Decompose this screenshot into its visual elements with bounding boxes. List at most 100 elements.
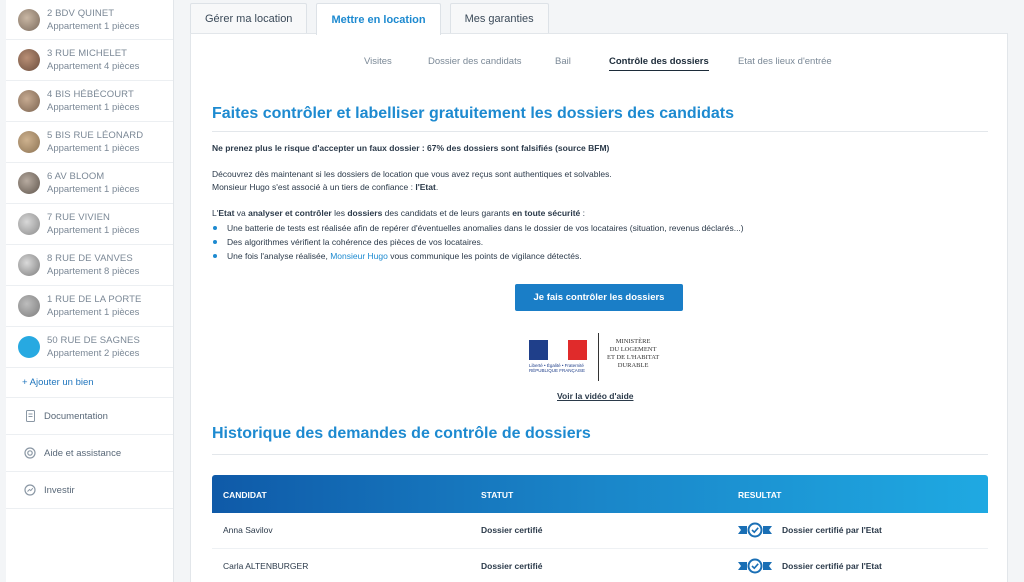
property-name: 1 RUE DE LA PORTE	[47, 294, 142, 305]
property-avatar	[18, 295, 40, 317]
marianne-flag	[529, 340, 587, 360]
list-text: Une fois l'analyse réalisée,	[227, 251, 331, 261]
ministry-logo: Liberté • Égalité • Fraternité RÉPUBLIQUE…	[529, 333, 674, 381]
state-text: va	[234, 208, 249, 218]
property-name: 8 RUE DE VANVES	[47, 253, 133, 264]
property-item[interactable]: 7 RUE VIVIEN Appartement 1 pièces	[6, 204, 173, 245]
status-text: Dossier certifié	[481, 561, 543, 571]
property-type: Appartement 8 pièces	[47, 266, 140, 277]
property-type: Appartement 1 pièces	[47, 307, 140, 318]
add-property-link[interactable]: + Ajouter un bien	[6, 368, 173, 398]
property-item[interactable]: 8 RUE DE VANVES Appartement 8 pièces	[6, 245, 173, 286]
help-label: Aide et assistance	[44, 447, 122, 459]
ministry-line: ET DE L'HABITAT	[607, 354, 660, 361]
list-item: Une fois l'analyse réalisée, Monsieur Hu…	[212, 249, 744, 263]
logo-divider	[598, 333, 599, 381]
help-link[interactable]: Aide et assistance	[6, 435, 173, 472]
documentation-link[interactable]: Documentation	[6, 398, 173, 435]
property-name: 6 AV BLOOM	[47, 171, 105, 182]
sub-navigation: Visites Dossier des candidats Bail Contr…	[191, 56, 1007, 76]
subnav-dossier-candidats[interactable]: Dossier des candidats	[428, 56, 521, 67]
state-bold: en toute sécurité	[512, 208, 581, 218]
property-name: 7 RUE VIVIEN	[47, 212, 110, 223]
property-type: Appartement 1 pièces	[47, 143, 140, 154]
warning-text: Ne prenez plus le risque d'accepter un f…	[212, 143, 610, 153]
property-type: Appartement 1 pièces	[47, 102, 140, 113]
property-item[interactable]: 4 BIS HÉBÉCOURT Appartement 1 pièces	[6, 81, 173, 122]
property-item[interactable]: 5 BIS RUE LÉONARD Appartement 1 pièces	[6, 122, 173, 163]
table-row[interactable]: Carla ALTENBURGER Dossier certifié Dossi…	[212, 549, 988, 582]
subnav-bail[interactable]: Bail	[555, 56, 571, 67]
property-avatar	[18, 213, 40, 235]
property-name: 5 BIS RUE LÉONARD	[47, 130, 144, 141]
invest-icon	[24, 484, 36, 496]
intro-line-1: Découvrez dès maintenant si les dossiers…	[212, 169, 612, 179]
help-video-link[interactable]: Voir la vidéo d'aide	[557, 391, 634, 401]
property-avatar	[18, 172, 40, 194]
logo-caption: Liberté • Égalité • Fraternité RÉPUBLIQUE…	[529, 363, 589, 373]
table-row[interactable]: Anna Savilov Dossier certifié Dossier ce…	[212, 513, 988, 549]
monsieur-hugo-link[interactable]: Monsieur Hugo	[330, 251, 388, 261]
property-type: Appartement 1 pièces	[47, 20, 140, 32]
property-name: 4 BIS HÉBÉCOURT	[47, 89, 134, 100]
header-resultat: RESULTAT	[738, 490, 782, 500]
divider	[212, 454, 988, 455]
property-avatar	[18, 254, 40, 276]
documentation-label: Documentation	[44, 410, 108, 422]
property-item[interactable]: 6 AV BLOOM Appartement 1 pièces	[6, 163, 173, 204]
header-candidat: CANDIDAT	[223, 490, 267, 500]
header-statut: STATUT	[481, 490, 514, 500]
invest-link[interactable]: Investir	[6, 472, 173, 509]
intro-end: .	[435, 182, 439, 192]
property-type: Appartement 2 pièces	[47, 348, 140, 359]
tab-mes-garanties[interactable]: Mes garanties	[449, 3, 549, 33]
state-text: les	[331, 208, 348, 218]
property-name: 2 BDV QUINET	[47, 7, 115, 19]
subnav-controle-dossiers[interactable]: Contrôle des dossiers	[609, 56, 709, 71]
state-bold: analyser et contrôler	[248, 208, 332, 218]
property-item[interactable]: 1 RUE DE LA PORTE Appartement 1 pièces	[6, 286, 173, 327]
candidate-name: Anna Savilov	[223, 525, 273, 535]
control-dossiers-button[interactable]: Je fais contrôler les dossiers	[515, 284, 683, 311]
intro-line-2: Monsieur Hugo s'est associé à un tiers d…	[212, 181, 438, 194]
state-line: L'Etat va analyser et contrôler les doss…	[212, 207, 585, 220]
property-avatar	[18, 8, 40, 31]
subnav-visites[interactable]: Visites	[364, 56, 392, 67]
invest-label: Investir	[44, 484, 75, 496]
state-text: :	[580, 208, 586, 218]
top-tabs: Gérer ma location Mettre en location Mes…	[190, 3, 558, 35]
candidate-name: Carla ALTENBURGER	[223, 561, 309, 571]
divider	[212, 131, 988, 132]
list-text: vous communique les points de vigilance …	[387, 251, 582, 261]
property-item[interactable]: 2 BDV QUINET Appartement 1 pièces	[6, 0, 173, 40]
intro-bold: l'Etat	[415, 182, 436, 192]
intro-text: Monsieur Hugo s'est associé à un tiers d…	[212, 182, 416, 192]
property-avatar	[18, 49, 40, 71]
state-text: des candidats et de leurs garants	[382, 208, 513, 218]
result-text: Dossier certifié par l'Etat	[782, 525, 882, 535]
state-bold: Etat	[218, 208, 235, 218]
subnav-etat-des-lieux[interactable]: Etat des lieux d'entrée	[738, 56, 832, 67]
property-name: 3 RUE MICHELET	[47, 48, 128, 59]
list-item: Des algorithmes vérifient la cohérence d…	[212, 235, 744, 249]
logo-republic: RÉPUBLIQUE FRANÇAISE	[529, 368, 586, 373]
table-header: CANDIDAT STATUT RESULTAT	[212, 475, 988, 513]
property-avatar	[18, 90, 40, 112]
sidebar: 2 BDV QUINET Appartement 1 pièces 3 RUE M…	[6, 0, 174, 582]
main-panel: Visites Dossier des candidats Bail Contr…	[190, 33, 1008, 582]
status-text: Dossier certifié	[481, 525, 543, 535]
property-item[interactable]: 3 RUE MICHELET Appartement 4 pièces	[6, 40, 173, 81]
property-type: Appartement 1 pièces	[47, 184, 140, 195]
tab-mettre-en-location[interactable]: Mettre en location	[316, 3, 441, 35]
property-item[interactable]: 50 RUE DE SAGNES Appartement 2 pièces	[6, 327, 173, 368]
property-type: Appartement 1 pièces	[47, 225, 140, 236]
lifebuoy-icon	[24, 447, 36, 459]
history-table: CANDIDAT STATUT RESULTAT Anna Savilov Do…	[212, 475, 988, 582]
certified-badge-icon	[738, 522, 772, 538]
ministry-line: MINISTÈRE	[615, 338, 651, 345]
tab-gerer-location[interactable]: Gérer ma location	[190, 3, 308, 33]
property-avatar	[18, 131, 40, 153]
property-avatar	[18, 336, 40, 358]
history-title: Historique des demandes de contrôle de d…	[212, 425, 591, 442]
document-icon	[24, 410, 36, 422]
